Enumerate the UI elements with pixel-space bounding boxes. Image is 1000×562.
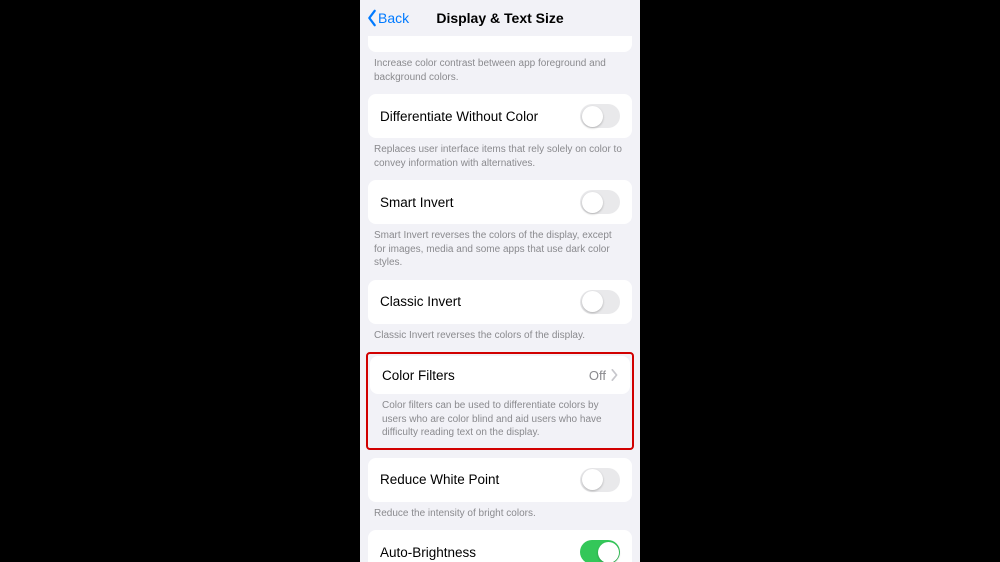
- differentiate-toggle[interactable]: [580, 104, 620, 128]
- reduce-white-point-footer: Reduce the intensity of bright colors.: [360, 502, 640, 531]
- color-filters-footer: Color filters can be used to differentia…: [370, 394, 630, 446]
- reduce-white-point-label: Reduce White Point: [380, 472, 499, 487]
- back-label: Back: [378, 10, 409, 26]
- chevron-left-icon: [366, 9, 378, 27]
- smart-invert-footer: Smart Invert reverses the colors of the …: [360, 224, 640, 280]
- classic-invert-toggle[interactable]: [580, 290, 620, 314]
- smart-invert-row[interactable]: Smart Invert: [368, 180, 632, 224]
- classic-invert-label: Classic Invert: [380, 294, 461, 309]
- reduce-white-point-row[interactable]: Reduce White Point: [368, 458, 632, 502]
- auto-brightness-row[interactable]: Auto-Brightness: [368, 530, 632, 562]
- differentiate-footer: Replaces user interface items that rely …: [360, 138, 640, 180]
- color-filters-highlight: Color Filters Off Color filters can be u…: [366, 352, 634, 450]
- settings-content: Increase color contrast between app fore…: [360, 36, 640, 562]
- color-filters-value: Off: [589, 368, 606, 383]
- auto-brightness-label: Auto-Brightness: [380, 545, 476, 560]
- back-button[interactable]: Back: [366, 9, 409, 27]
- classic-invert-footer: Classic Invert reverses the colors of th…: [360, 324, 640, 353]
- page-title: Display & Text Size: [436, 10, 563, 26]
- smart-invert-toggle[interactable]: [580, 190, 620, 214]
- color-filters-label: Color Filters: [382, 368, 455, 383]
- reduce-white-point-toggle[interactable]: [580, 468, 620, 492]
- smart-invert-label: Smart Invert: [380, 195, 454, 210]
- differentiate-without-color-row[interactable]: Differentiate Without Color: [368, 94, 632, 138]
- auto-brightness-toggle[interactable]: [580, 540, 620, 562]
- differentiate-label: Differentiate Without Color: [380, 109, 538, 124]
- color-filters-row[interactable]: Color Filters Off: [370, 356, 630, 394]
- partial-previous-row: [368, 36, 632, 52]
- chevron-right-icon: [610, 369, 618, 381]
- classic-invert-row[interactable]: Classic Invert: [368, 280, 632, 324]
- contrast-footer: Increase color contrast between app fore…: [360, 52, 640, 94]
- nav-bar: Back Display & Text Size: [360, 0, 640, 36]
- settings-screen: Back Display & Text Size Increase color …: [360, 0, 640, 562]
